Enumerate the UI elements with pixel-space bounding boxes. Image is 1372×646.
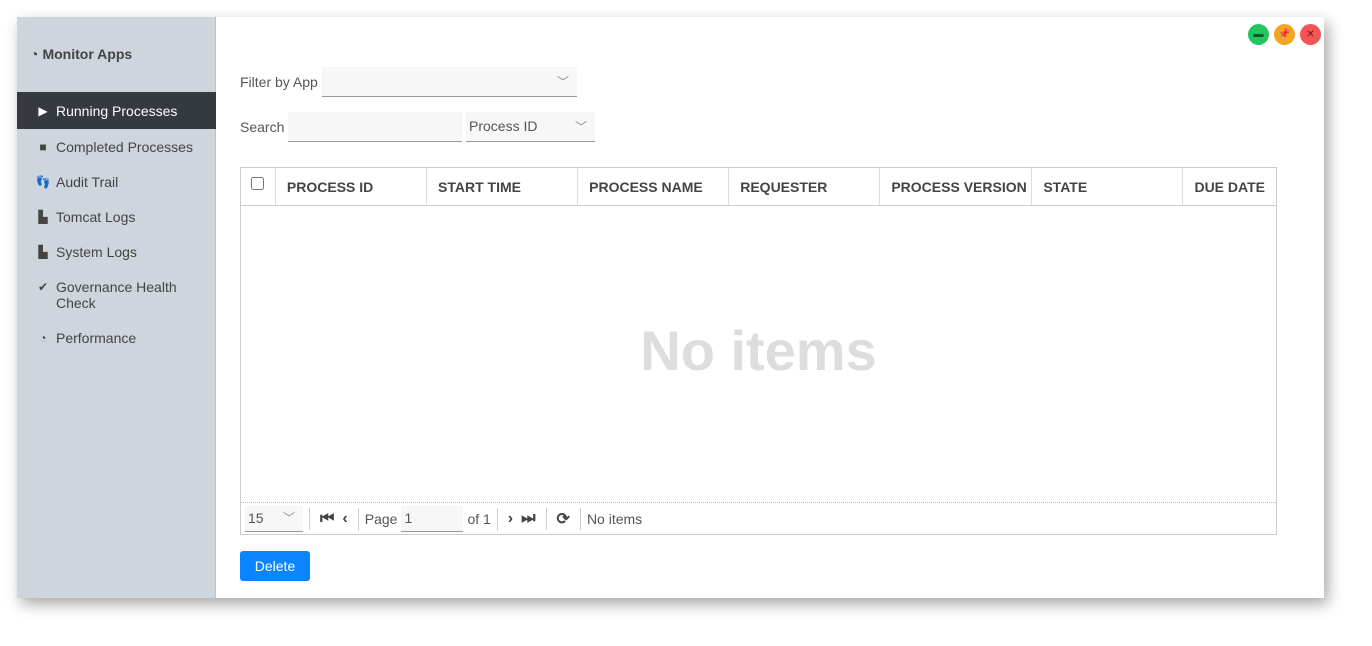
sidebar: ◔ Monitor Apps ▶ Running Processes ■ Comple… <box>17 17 216 598</box>
check-circle-icon: ✔ <box>37 280 49 294</box>
select-all-checkbox[interactable] <box>241 168 276 205</box>
sidebar-item-completed-processes[interactable]: ■ Completed Processes <box>17 129 216 164</box>
sidebar-item-tomcat-logs[interactable]: ▙ Tomcat Logs <box>17 199 216 234</box>
search-field-select[interactable]: Process ID ﹀ <box>466 112 595 142</box>
sidebar-item-performance[interactable]: ◔ Performance <box>17 320 216 355</box>
gauge-icon: ◔ <box>39 331 47 345</box>
column-process-version[interactable]: PROCESS VERSION <box>880 168 1033 205</box>
sidebar-item-system-logs[interactable]: ▙ System Logs <box>17 234 216 269</box>
sidebar-item-audit-trail[interactable]: 👣 Audit Trail <box>17 164 216 199</box>
page-count: of 1 <box>467 510 491 527</box>
page-label: Page <box>364 510 398 527</box>
column-process-name[interactable]: PROCESS NAME <box>578 168 730 205</box>
search-label: Search <box>240 119 285 135</box>
chevron-down-icon: ﹀ <box>282 510 295 525</box>
column-state[interactable]: STATE <box>1032 168 1184 205</box>
column-start-time[interactable]: START TIME <box>427 168 579 205</box>
prev-page-icon[interactable]: ‹ <box>338 510 351 528</box>
sidebar-title: ◔ Monitor Apps <box>30 46 133 62</box>
sidebar-item-running-processes[interactable]: ▶ Running Processes <box>17 92 216 129</box>
main-content: Filter by App ﹀ Search Process ID ﹀ PROCE… <box>240 17 1324 598</box>
next-page-icon[interactable]: › <box>504 510 517 528</box>
chevron-down-icon: ﹀ <box>556 75 569 89</box>
column-due-date[interactable]: DUE DATE <box>1183 168 1276 205</box>
play-icon: ▶ <box>38 103 48 118</box>
sidebar-item-governance-health-check[interactable]: ✔ Governance Health Check <box>17 269 216 320</box>
column-requester[interactable]: REQUESTER <box>729 168 881 205</box>
footprints-icon: 👣 <box>35 175 51 189</box>
process-table: PROCESS ID START TIME PROCESS NAME REQUE… <box>240 167 1277 535</box>
delete-button[interactable]: Delete <box>240 551 310 581</box>
scroll-icon: ▙ <box>38 245 48 259</box>
table-header: PROCESS ID START TIME PROCESS NAME REQUE… <box>241 168 1276 206</box>
filter-app-select[interactable]: ﹀ <box>322 67 577 97</box>
window: ▬ 📌 ✕ ◔ Monitor Apps ▶ Running Processes ■… <box>17 17 1324 598</box>
pager: 15 ﹀ ⏮ ‹ Page 1 of 1 › ⏭ ⟳ No items <box>241 502 1276 534</box>
scroll-icon: ▙ <box>38 210 48 224</box>
gauge-icon: ◔ <box>30 46 39 62</box>
column-process-id[interactable]: PROCESS ID <box>276 168 428 205</box>
filter-label: Filter by App <box>240 74 318 90</box>
chevron-down-icon: ﹀ <box>574 120 587 134</box>
pager-status: No items <box>586 510 643 527</box>
last-page-icon[interactable]: ⏭ <box>517 510 539 528</box>
stop-icon: ■ <box>39 140 47 154</box>
page-size-select[interactable]: 15 ﹀ <box>245 505 303 532</box>
search-input[interactable] <box>288 112 462 142</box>
first-page-icon[interactable]: ⏮ <box>316 510 338 528</box>
page-input[interactable]: 1 <box>401 505 464 532</box>
empty-message: No items <box>640 319 877 382</box>
refresh-icon[interactable]: ⟳ <box>553 509 574 529</box>
